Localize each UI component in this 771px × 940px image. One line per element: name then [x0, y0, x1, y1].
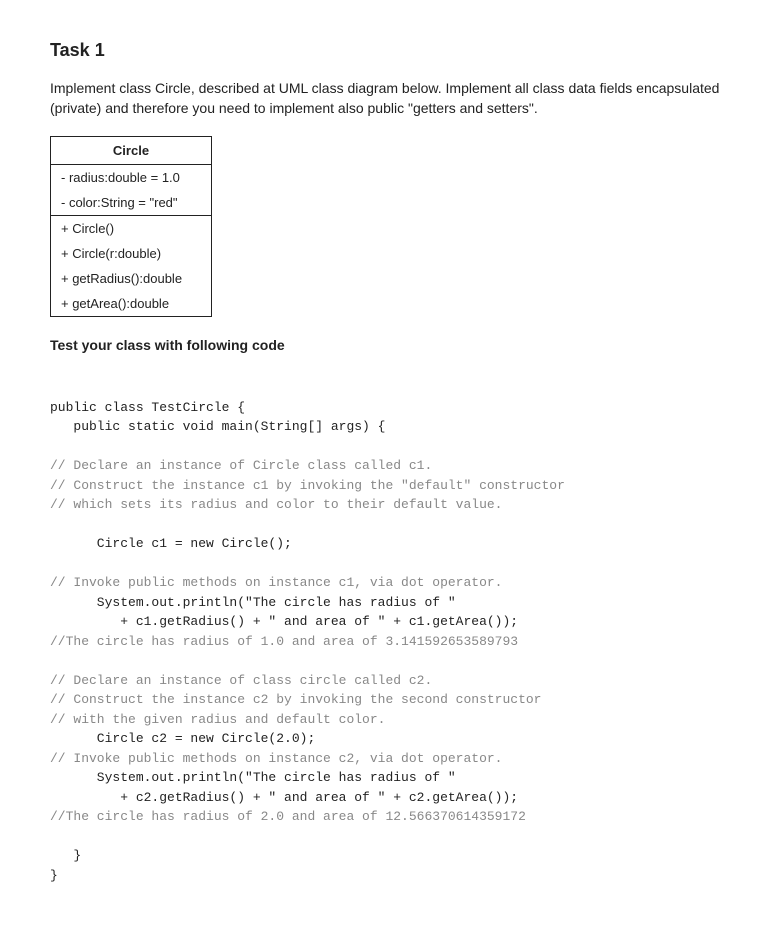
task-title: Task 1: [50, 40, 721, 61]
code-block: public class TestCircle { public static …: [50, 378, 721, 885]
code-line: public static void main(String[] args) {: [50, 419, 385, 434]
uml-method: + getArea():double: [51, 291, 211, 316]
code-line: }: [50, 848, 81, 863]
code-line: Circle c1 = new Circle();: [50, 536, 292, 551]
code-line: }: [50, 868, 58, 883]
uml-field: - radius:double = 1.0: [51, 165, 211, 190]
uml-diagram: Circle - radius:double = 1.0 - color:Str…: [50, 136, 212, 317]
task-description: Implement class Circle, described at UML…: [50, 79, 721, 118]
uml-fields-section: - radius:double = 1.0 - color:String = "…: [51, 165, 211, 216]
code-line: + c1.getRadius() + " and area of " + c1.…: [50, 614, 518, 629]
code-comment: // Construct the instance c2 by invoking…: [50, 692, 541, 707]
code-line: public class TestCircle {: [50, 400, 245, 415]
code-comment: // Invoke public methods on instance c2,…: [50, 751, 502, 766]
uml-methods-section: + Circle() + Circle(r:double) + getRadiu…: [51, 216, 211, 316]
code-line: System.out.println("The circle has radiu…: [50, 595, 456, 610]
code-comment: // Invoke public methods on instance c1,…: [50, 575, 502, 590]
code-line: + c2.getRadius() + " and area of " + c2.…: [50, 790, 518, 805]
code-comment: //The circle has radius of 1.0 and area …: [50, 634, 518, 649]
uml-field: - color:String = "red": [51, 190, 211, 215]
uml-method: + getRadius():double: [51, 266, 211, 291]
code-comment: // Declare an instance of class circle c…: [50, 673, 432, 688]
code-comment: // Declare an instance of Circle class c…: [50, 458, 432, 473]
uml-method: + Circle(): [51, 216, 211, 241]
uml-class-name: Circle: [51, 137, 211, 165]
code-comment: // Construct the instance c1 by invoking…: [50, 478, 565, 493]
code-comment: //The circle has radius of 2.0 and area …: [50, 809, 526, 824]
code-comment: // which sets its radius and color to th…: [50, 497, 502, 512]
uml-method: + Circle(r:double): [51, 241, 211, 266]
code-comment: // with the given radius and default col…: [50, 712, 385, 727]
code-line: System.out.println("The circle has radiu…: [50, 770, 456, 785]
test-heading: Test your class with following code: [50, 337, 721, 353]
code-line: Circle c2 = new Circle(2.0);: [50, 731, 315, 746]
